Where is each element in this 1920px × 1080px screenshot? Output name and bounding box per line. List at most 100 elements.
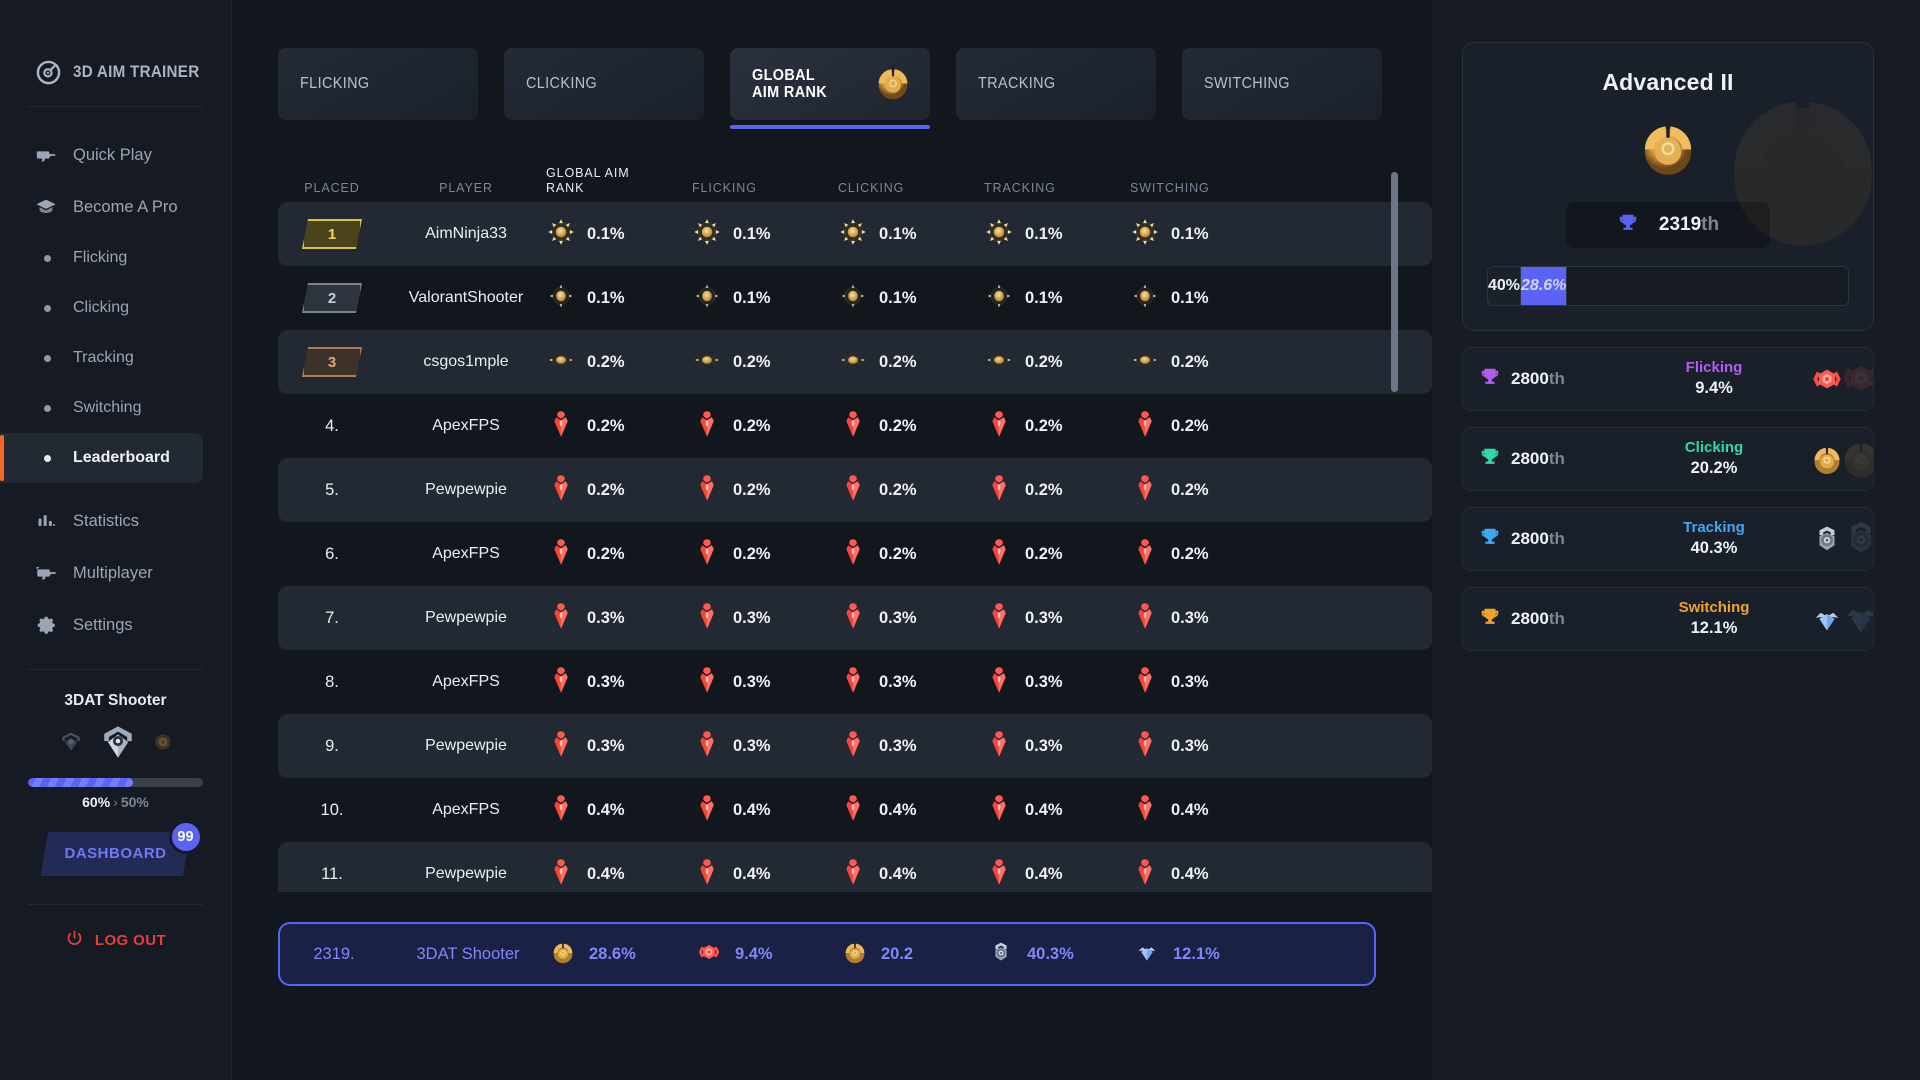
row-place: 4. <box>325 416 339 435</box>
row-stat-value: 0.1% <box>733 224 771 243</box>
row-stat-cell: 0.4% <box>984 857 1130 892</box>
skill-card-switching[interactable]: 2800th Switching 12.1% <box>1462 587 1874 651</box>
skill-card-flicking[interactable]: 2800th Flicking 9.4% <box>1462 347 1874 411</box>
table-row[interactable]: 2 ValorantShooter 0.1% 0.1% 0.1% 0.1% 0.… <box>278 266 1432 330</box>
sidebar-item-become-a-pro[interactable]: Become A Pro <box>0 181 231 233</box>
scrollbar-thumb[interactable] <box>1391 172 1398 392</box>
sidebar-item-statistics[interactable]: Statistics <box>0 495 231 547</box>
row-stat-value: 0.4% <box>879 864 917 883</box>
rank-tier-icon <box>546 217 576 252</box>
self-row-stat-value: 9.4% <box>735 944 773 963</box>
logout-button[interactable]: LOG OUT <box>0 929 231 952</box>
graduation-cap-icon <box>35 196 57 218</box>
row-stat-cell: 0.2% <box>984 409 1130 444</box>
skill-card-clicking[interactable]: 2800th Clicking 20.2% <box>1462 427 1874 491</box>
sidebar-nav: Quick Play Become A Pro Flicking Clickin… <box>0 107 231 651</box>
rank-tier-icon <box>1130 537 1160 572</box>
tab-switching[interactable]: SWITCHING <box>1182 48 1382 120</box>
column-header-switching: SWITCHING <box>1130 181 1210 195</box>
table-row[interactable]: 4. ApexFPS 0.2% 0.2% 0.2% 0.2% 0.2% <box>278 394 1432 458</box>
rank-tier-icon <box>692 217 722 252</box>
row-stat-value: 0.2% <box>879 544 917 563</box>
sidebar-item-switching[interactable]: Switching <box>0 383 231 433</box>
table-row[interactable]: 6. ApexFPS 0.2% 0.2% 0.2% 0.2% 0.2% <box>278 522 1432 586</box>
row-stat-cell: 0.2% <box>1130 345 1276 380</box>
row-stat-cell: 0.4% <box>984 793 1130 828</box>
row-stat-value: 0.2% <box>1025 352 1063 371</box>
rank-tier-icon <box>692 537 722 572</box>
row-stat-value: 0.3% <box>879 608 917 627</box>
table-row[interactable]: 9. Pewpewpie 0.3% 0.3% 0.3% 0.3% 0.3% <box>278 714 1432 778</box>
table-row[interactable]: 5. Pewpewpie 0.2% 0.2% 0.2% 0.2% 0.2% <box>278 458 1432 522</box>
column-header-flicking: FLICKING <box>692 181 757 195</box>
skill-info: Clicking 20.2% <box>1629 439 1799 478</box>
skill-ghost-icon <box>1835 432 1873 489</box>
table-scrollbar[interactable] <box>1391 172 1398 854</box>
skill-info: Tracking 40.3% <box>1629 519 1799 558</box>
row-stat-cell: 0.3% <box>692 729 838 764</box>
row-stat-value: 0.2% <box>733 352 771 371</box>
table-row[interactable]: 11. Pewpewpie 0.4% 0.4% 0.4% 0.4% 0.4% <box>278 842 1432 892</box>
brand-logo[interactable]: 3D AIM TRAINER <box>0 0 231 96</box>
self-row-stat-cell: 40.3% <box>986 937 1132 972</box>
table-row[interactable]: 7. Pewpewpie 0.3% 0.3% 0.3% 0.3% 0.3% <box>278 586 1432 650</box>
trophy-icon <box>1479 606 1501 633</box>
sidebar-item-tracking[interactable]: Tracking <box>0 333 231 383</box>
row-stat-value: 0.4% <box>587 800 625 819</box>
row-stat-value: 0.4% <box>1025 864 1063 883</box>
sidebar-item-flicking[interactable]: Flicking <box>0 233 231 283</box>
rank-tier-icon <box>1130 409 1160 444</box>
sidebar-item-clicking[interactable]: Clicking <box>0 283 231 333</box>
row-stat-cell: 0.4% <box>1130 857 1276 892</box>
self-row-stat-value: 28.6% <box>589 944 636 963</box>
rank-tier-icon <box>1130 857 1160 892</box>
table-header-row: PLACED PLAYER GLOBAL AIM RANK FLICKING C… <box>278 154 1432 196</box>
table-row[interactable]: 3 csgos1mple 0.2% 0.2% 0.2% 0.2% 0.2% <box>278 330 1432 394</box>
rank-tier-icon <box>838 409 868 444</box>
skill-ghost-icon <box>1835 512 1873 569</box>
tab-clicking[interactable]: CLICKING <box>504 48 704 120</box>
skill-card-list: 2800th Flicking 9.4% 2800th Clicking 20.… <box>1462 347 1874 651</box>
table-row[interactable]: 10. ApexFPS 0.4% 0.4% 0.4% 0.4% 0.4% <box>278 778 1432 842</box>
row-stat-value: 0.3% <box>1171 608 1209 627</box>
tab-label-line1: GLOBAL <box>752 66 816 84</box>
sidebar-item-quick-play[interactable]: Quick Play <box>0 129 231 181</box>
current-user-row[interactable]: 2319. 3DAT Shooter 28.6% 9.4% 20.2 40.3%… <box>278 922 1376 986</box>
trophy-icon <box>1479 446 1501 473</box>
row-placed-cell: 11. <box>278 865 386 884</box>
skill-percent: 12.1% <box>1690 619 1738 638</box>
rank-tier-icon <box>692 345 722 380</box>
row-stat-cell: 0.3% <box>984 665 1130 700</box>
row-place-badge: 1 <box>302 219 362 249</box>
row-stat-value: 0.2% <box>1171 352 1209 371</box>
sidebar-item-multiplayer[interactable]: Multiplayer <box>0 547 231 599</box>
row-stat-value: 0.1% <box>1025 288 1063 307</box>
tab-global-aim-rank[interactable]: GLOBAL AIM RANK <box>730 48 930 129</box>
table-row[interactable]: 8. ApexFPS 0.3% 0.3% 0.3% 0.3% 0.3% <box>278 650 1432 714</box>
pistol-icon <box>35 562 57 584</box>
dashboard-notification-badge[interactable]: 99 <box>168 820 203 854</box>
rank-tier-icon <box>838 601 868 636</box>
table-row[interactable]: 1 AimNinja33 0.1% 0.1% 0.1% 0.1% 0.1% <box>278 202 1432 266</box>
skill-name: Flicking <box>1685 359 1743 377</box>
sidebar-item-leaderboard[interactable]: Leaderboard <box>0 433 203 483</box>
tab-flicking[interactable]: FLICKING <box>278 48 478 120</box>
tab-label: TRACKING <box>978 75 1056 92</box>
row-player-name: Pewpewpie <box>425 481 507 498</box>
sidebar-item-label: Statistics <box>73 511 140 530</box>
dashboard-button[interactable]: DASHBOARD <box>40 832 191 876</box>
row-stat-value: 0.2% <box>879 480 917 499</box>
row-stat-value: 0.1% <box>1025 224 1063 243</box>
right-panel: Advanced II 2319th 40% 28.6% 2800th Flic… <box>1432 0 1920 1080</box>
sidebar-item-settings[interactable]: Settings <box>0 599 231 651</box>
tab-tracking[interactable]: TRACKING <box>956 48 1156 120</box>
row-stat-value: 0.1% <box>879 288 917 307</box>
skill-card-tracking[interactable]: 2800th Tracking 40.3% <box>1462 507 1874 571</box>
skill-place-suffix: th <box>1548 609 1565 628</box>
rank-tier-icon <box>546 473 576 508</box>
rank-tier-icon <box>1130 281 1160 316</box>
skill-percent: 9.4% <box>1695 379 1733 398</box>
skill-place-group: 2800th <box>1479 526 1629 553</box>
row-player-name: ApexFPS <box>432 417 500 434</box>
progress-fill <box>28 778 133 787</box>
